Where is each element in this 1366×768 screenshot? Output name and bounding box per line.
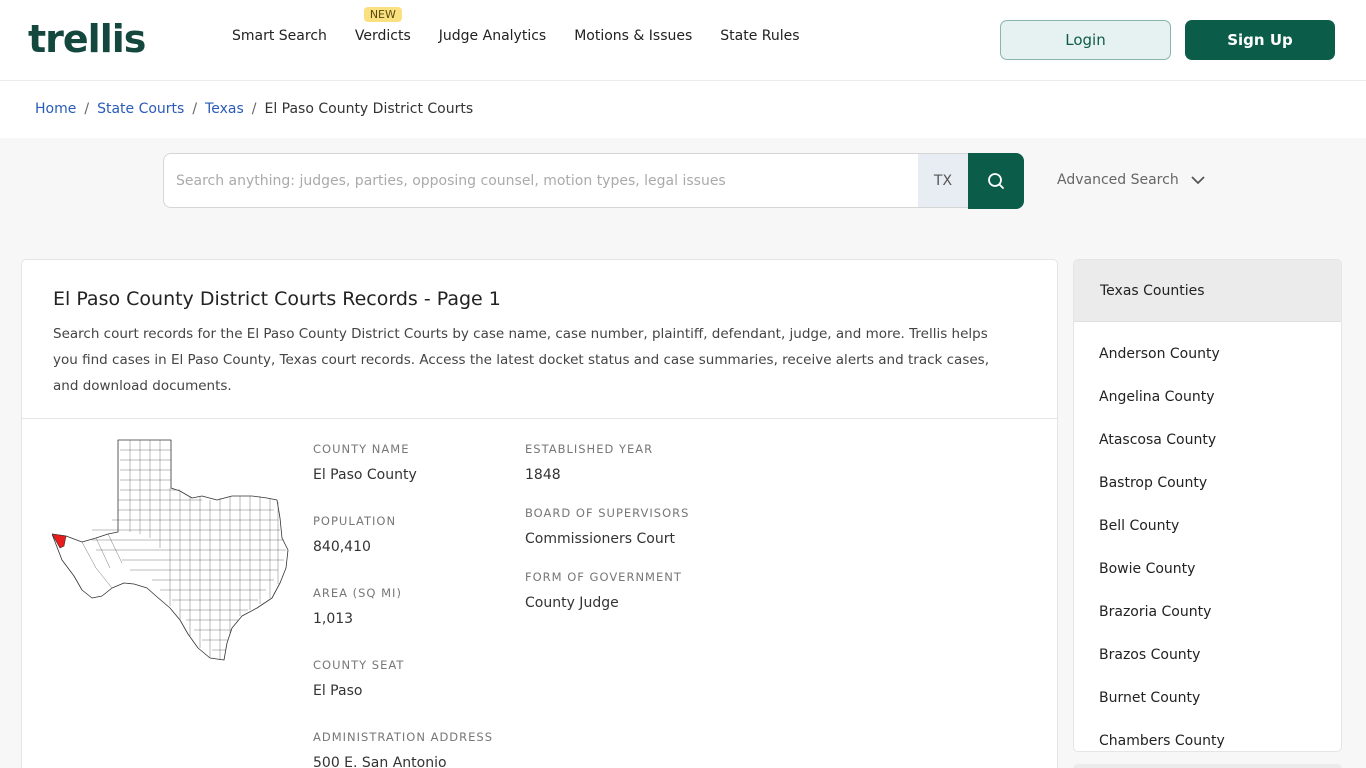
advanced-search-label: Advanced Search	[1057, 172, 1179, 188]
nav-verdicts[interactable]: NEW Verdicts	[354, 7, 411, 44]
info-county-seat: County Seat El Paso	[313, 658, 493, 730]
nav-label: Smart Search	[232, 28, 327, 44]
county-link-chambers[interactable]: Chambers County	[1074, 719, 1341, 751]
info-value: El Paso	[313, 683, 363, 699]
county-list: Anderson County Angelina County Atascosa…	[1074, 322, 1341, 751]
breadcrumb: Home / State Courts / Texas / El Paso Co…	[35, 101, 473, 117]
nav-label: Verdicts	[354, 28, 411, 44]
sign-up-button[interactable]: Sign Up	[1185, 20, 1335, 60]
nav-state-rules[interactable]: State Rules	[720, 28, 799, 44]
nav-judge-analytics[interactable]: Judge Analytics	[439, 28, 546, 44]
search-bar: TX	[163, 153, 1024, 209]
nav-motions-issues[interactable]: Motions & Issues	[574, 28, 692, 44]
search-input[interactable]	[163, 153, 918, 208]
info-label: Established Year	[525, 442, 654, 456]
info-value: 1,013	[313, 611, 354, 627]
divider	[22, 418, 1057, 419]
sidebar-title: Texas Counties	[1074, 260, 1341, 322]
breadcrumb-state-courts[interactable]: State Courts	[97, 101, 184, 117]
county-link-angelina[interactable]: Angelina County	[1074, 375, 1341, 418]
page-description: Search court records for the El Paso Cou…	[53, 326, 989, 394]
info-admin-address: Administration Address 500 E. San Antoni…	[313, 730, 493, 768]
breadcrumb-separator: /	[192, 101, 198, 117]
search-icon	[988, 173, 1004, 189]
info-value: 840,410	[313, 539, 371, 555]
county-link-bell[interactable]: Bell County	[1074, 504, 1341, 547]
info-value: County Judge	[525, 595, 619, 611]
info-label: Administration Address	[313, 730, 494, 744]
texas-county-map	[52, 439, 289, 661]
county-link-brazoria[interactable]: Brazoria County	[1074, 590, 1341, 633]
county-link-brazos[interactable]: Brazos County	[1074, 633, 1341, 676]
main-nav: Smart Search NEW Verdicts Judge Analytic…	[232, 7, 800, 44]
info-established-year: Established Year 1848	[525, 442, 689, 506]
county-link-atascosa[interactable]: Atascosa County	[1074, 418, 1341, 461]
new-badge: NEW	[363, 7, 402, 22]
sidebar-next-section	[1073, 764, 1342, 768]
county-link-bowie[interactable]: Bowie County	[1074, 547, 1341, 590]
county-info-left: County Name El Paso County Population 84…	[313, 442, 493, 768]
login-button[interactable]: Login	[1000, 20, 1171, 60]
trellis-logo[interactable]: trellis	[28, 17, 146, 61]
chevron-down-icon	[1191, 175, 1205, 184]
nav-smart-search[interactable]: Smart Search	[232, 28, 327, 44]
county-link-bastrop[interactable]: Bastrop County	[1074, 461, 1341, 504]
breadcrumb-texas[interactable]: Texas	[205, 101, 244, 117]
search-button[interactable]	[968, 153, 1024, 209]
page-title: El Paso County District Courts Records -…	[53, 288, 501, 310]
nav-label: Motions & Issues	[574, 28, 693, 44]
info-population: Population 840,410	[313, 514, 493, 586]
breadcrumb-separator: /	[251, 101, 257, 117]
info-area: Area (Sq Mi) 1,013	[313, 586, 493, 658]
info-label: Form of Government	[525, 570, 682, 584]
breadcrumb-home[interactable]: Home	[35, 101, 76, 117]
info-value: 1848	[525, 467, 561, 483]
info-label: County Seat	[313, 658, 405, 672]
county-link-burnet[interactable]: Burnet County	[1074, 676, 1341, 719]
nav-label: Judge Analytics	[438, 28, 547, 44]
info-label: Population	[313, 514, 397, 528]
info-label: County Name	[313, 442, 410, 456]
breadcrumb-bar: Home / State Courts / Texas / El Paso Co…	[0, 81, 1366, 138]
el-paso-county-highlight	[52, 533, 67, 549]
county-records-card: El Paso County District Courts Records -…	[21, 259, 1058, 768]
county-info-right: Established Year 1848 Board of Superviso…	[525, 442, 689, 634]
info-label: Board of Supervisors	[525, 506, 690, 520]
site-header: trellis Smart Search NEW Verdicts Judge …	[0, 0, 1366, 81]
info-value: Commissioners Court	[525, 531, 675, 547]
info-value: 500 E. San Antonio	[313, 755, 447, 768]
info-county-name: County Name El Paso County	[313, 442, 493, 514]
advanced-search-toggle[interactable]: Advanced Search	[1057, 172, 1205, 188]
search-state-selector[interactable]: TX	[918, 153, 968, 208]
info-board-of-supervisors: Board of Supervisors Commissioners Court	[525, 506, 689, 570]
texas-counties-sidebar: Texas Counties Anderson County Angelina …	[1073, 259, 1342, 752]
breadcrumb-current: El Paso County District Courts	[264, 101, 474, 117]
info-form-of-government: Form of Government County Judge	[525, 570, 689, 634]
info-label: Area (Sq Mi)	[313, 586, 402, 600]
nav-label: State Rules	[720, 28, 800, 44]
breadcrumb-separator: /	[84, 101, 90, 117]
county-link-anderson[interactable]: Anderson County	[1074, 332, 1341, 375]
info-value: El Paso County	[313, 467, 417, 483]
